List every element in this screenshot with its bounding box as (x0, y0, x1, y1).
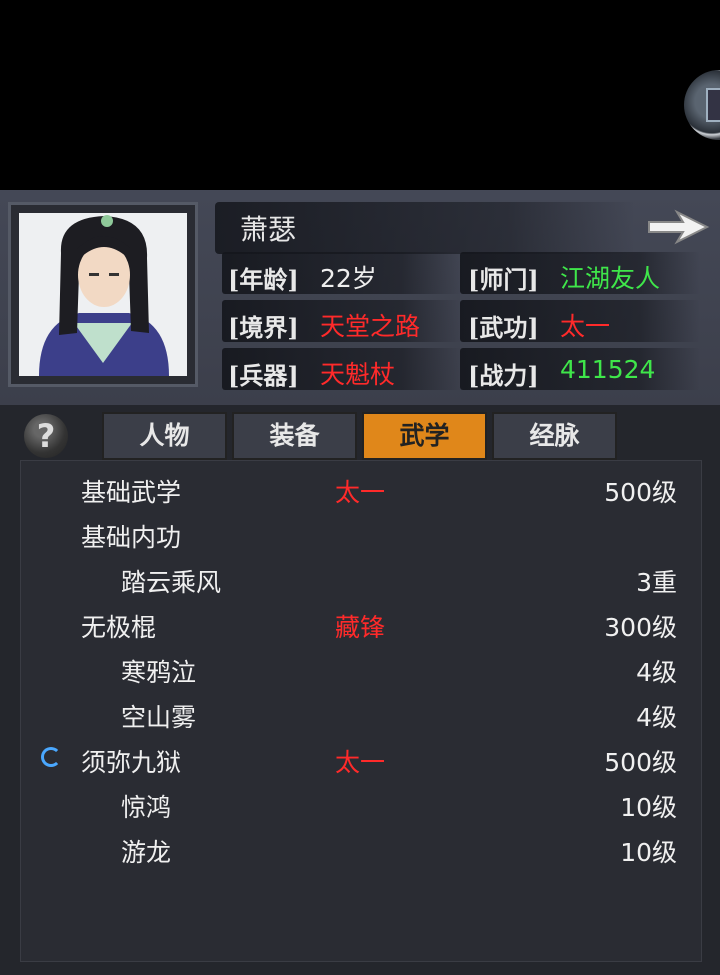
skill-name: 寒鸦泣 (121, 658, 197, 687)
skill-name: 游龙 (121, 838, 172, 867)
skill-name: 无极棍 (81, 613, 157, 642)
stat-realm-key: [境界] (228, 313, 299, 342)
skill-level: 10级 (620, 793, 677, 822)
tab-equipment[interactable]: 装备 (232, 412, 357, 460)
list-item[interactable]: 踏云乘风 3重 (21, 557, 701, 602)
skill-list[interactable]: 基础武学 太一 500级 基础内功 踏云乘风 3重 无极棍 藏锋 300级 寒鸦… (20, 460, 702, 962)
stat-power-key: [战力] (468, 361, 539, 390)
list-item[interactable]: 无极棍 藏锋 300级 (21, 602, 701, 647)
stat-martial-value: 太一 (560, 312, 611, 341)
skill-style: 太一 (335, 478, 386, 507)
skill-level: 4级 (636, 658, 677, 687)
stat-power-value: 411524 (560, 355, 656, 384)
skill-name: 踏云乘风 (121, 568, 222, 597)
skill-name: 基础武学 (81, 478, 182, 507)
character-name: 萧瑟 (240, 213, 297, 246)
list-item[interactable]: 寒鸦泣 4级 (21, 647, 701, 692)
skill-name: 基础内功 (81, 523, 182, 552)
skill-level: 500级 (604, 478, 677, 507)
stat-sect-value: 江湖友人 (560, 264, 661, 293)
portrait-frame (8, 202, 198, 387)
skill-level: 3重 (636, 568, 677, 597)
character-panel: 萧瑟 [年龄] 22岁 [师门] 江湖友人 [境界] 天堂之路 [武功] 太一 … (0, 190, 720, 975)
skill-level: 10级 (620, 838, 677, 867)
character-portrait (19, 213, 187, 376)
top-blank-area (0, 0, 720, 190)
stat-realm-value: 天堂之路 (320, 312, 421, 341)
stat-age-key: [年龄] (228, 265, 299, 294)
skill-level: 4级 (636, 703, 677, 732)
tab-meridians[interactable]: 经脉 (492, 412, 617, 460)
loading-spinner-icon (41, 747, 61, 767)
next-arrow-icon[interactable] (645, 206, 711, 248)
skill-name: 须弥九狱 (81, 748, 182, 777)
help-button[interactable]: ? (24, 414, 68, 458)
skill-level: 300级 (604, 613, 677, 642)
list-item[interactable]: 惊鸿 10级 (21, 782, 701, 827)
stat-martial-key: [武功] (468, 313, 539, 342)
skill-style: 太一 (335, 748, 386, 777)
list-item[interactable]: 基础内功 (21, 512, 701, 557)
stat-age-value: 22岁 (320, 264, 377, 293)
skill-level: 500级 (604, 748, 677, 777)
skill-style: 藏锋 (335, 613, 386, 642)
stat-weapon-key: [兵器] (228, 361, 299, 390)
character-header: 萧瑟 [年龄] 22岁 [师门] 江湖友人 [境界] 天堂之路 [武功] 太一 … (0, 190, 720, 405)
stat-weapon-value: 天魁杖 (320, 360, 396, 389)
tab-character[interactable]: 人物 (102, 412, 227, 460)
list-item[interactable]: 须弥九狱 太一 500级 (21, 737, 701, 782)
stat-sect-key: [师门] (468, 265, 539, 294)
tab-martial-arts[interactable]: 武学 (362, 412, 487, 460)
skill-name: 惊鸿 (121, 793, 172, 822)
list-item[interactable]: 空山雾 4级 (21, 692, 701, 737)
skill-name: 空山雾 (121, 703, 197, 732)
list-item[interactable]: 游龙 10级 (21, 827, 701, 872)
list-item[interactable]: 基础武学 太一 500级 (21, 467, 701, 512)
